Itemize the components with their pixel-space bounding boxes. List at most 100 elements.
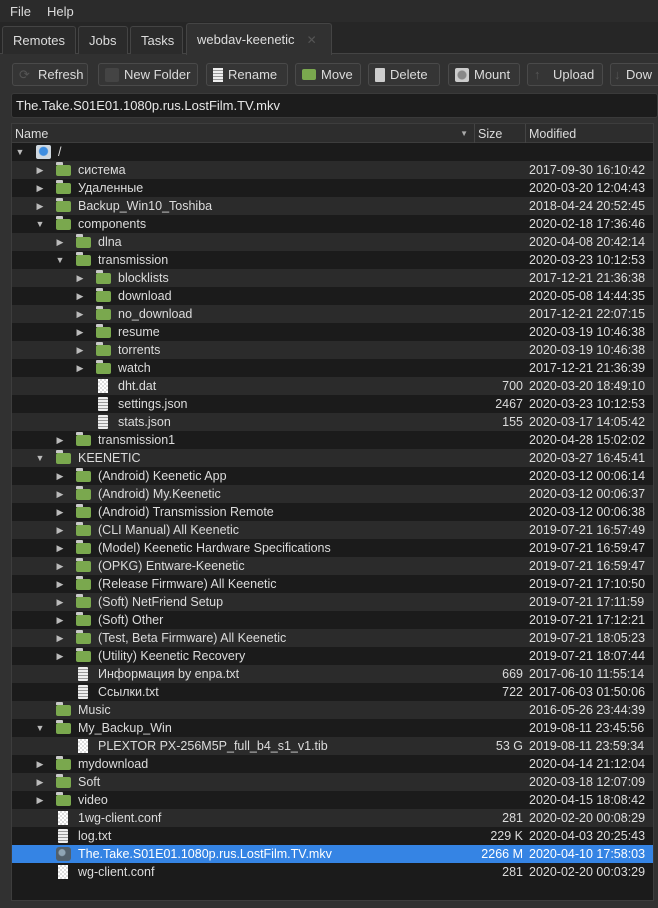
expand-arrow-icon[interactable]: ▶ xyxy=(75,287,85,305)
folder-row[interactable]: ▶ (Android) Transmission Remote 2020-03-12… xyxy=(12,503,653,521)
refresh-button[interactable]: ⟳ Refresh xyxy=(12,63,88,86)
folder-row[interactable]: ▶ (Android) Keenetic App 2020-03-12 00:06:… xyxy=(12,467,653,485)
folder-row[interactable]: ▶ video 2020-04-15 18:08:42 xyxy=(12,791,653,809)
close-tab-icon[interactable]: ✕ xyxy=(307,33,317,47)
menu-help[interactable]: Help xyxy=(47,4,74,19)
expand-arrow-icon[interactable]: ▶ xyxy=(55,233,65,251)
file-row[interactable]: Информация by enpa.txt 669 2017-06-10 11:5… xyxy=(12,665,653,683)
mount-button[interactable]: Mount xyxy=(448,63,520,86)
column-header-modified[interactable]: Modified xyxy=(526,124,653,143)
folder-row[interactable]: ▶ torrents 2020-03-19 10:46:38 xyxy=(12,341,653,359)
expand-arrow-icon[interactable]: ▶ xyxy=(35,791,45,809)
folder-row[interactable]: ▶ no_download 2017-12-21 22:07:15 xyxy=(12,305,653,323)
folder-row[interactable]: ▶ Backup_Win10_Toshiba 2018-04-24 20:52:45 xyxy=(12,197,653,215)
tab-tasks[interactable]: Tasks xyxy=(130,26,183,54)
drive-icon xyxy=(36,145,51,159)
item-modified: 2019-07-21 18:05:23 xyxy=(529,631,646,645)
expand-arrow-icon[interactable]: ▶ xyxy=(35,773,45,791)
collapse-arrow-icon[interactable]: ▼ xyxy=(35,719,45,737)
expand-arrow-icon[interactable]: ▶ xyxy=(75,269,85,287)
item-name: The.Take.S01E01.1080p.rus.LostFilm.TV.mk… xyxy=(78,847,332,861)
path-field[interactable]: The.Take.S01E01.1080p.rus.LostFilm.TV.mk… xyxy=(11,93,658,118)
folder-row[interactable]: ▶ (OPKG) Entware-Keenetic 2019-07-21 16:59… xyxy=(12,557,653,575)
expand-arrow-icon[interactable]: ▶ xyxy=(35,179,45,197)
folder-row[interactable]: ▼ transmission 2020-03-23 10:12:53 xyxy=(12,251,653,269)
collapse-arrow-icon[interactable]: ▼ xyxy=(55,251,65,269)
expand-arrow-icon[interactable]: ▶ xyxy=(55,503,65,521)
expand-arrow-icon[interactable]: ▶ xyxy=(55,539,65,557)
folder-row[interactable]: ▶ transmission1 2020-04-28 15:02:02 xyxy=(12,431,653,449)
folder-row[interactable]: ▶ Soft 2020-03-18 12:07:09 xyxy=(12,773,653,791)
collapse-arrow-icon[interactable]: ▼ xyxy=(35,215,45,233)
file-row[interactable]: log.txt 229 K 2020-04-03 20:25:43 xyxy=(12,827,653,845)
collapse-arrow-icon[interactable]: ▼ xyxy=(15,143,25,161)
expand-arrow-icon[interactable]: ▶ xyxy=(55,593,65,611)
file-row[interactable]: dht.dat 700 2020-03-20 18:49:10 xyxy=(12,377,653,395)
expand-arrow-icon[interactable]: ▶ xyxy=(55,611,65,629)
folder-row[interactable]: ▼ components 2020-02-18 17:36:46 xyxy=(12,215,653,233)
dow-button[interactable]: ↓ Dow xyxy=(610,63,658,86)
folder-row[interactable]: ▶ (Release Firmware) All Keenetic 2019-07-… xyxy=(12,575,653,593)
file-row[interactable]: settings.json 2467 2020-03-23 10:12:53 xyxy=(12,395,653,413)
tab-remotes[interactable]: Remotes xyxy=(2,26,76,54)
file-tree[interactable]: Name ▼ Size Modified ▼ / ▶ система 2017-09-30… xyxy=(11,123,654,901)
expand-arrow-icon[interactable]: ▶ xyxy=(35,197,45,215)
item-modified: 2019-07-21 17:12:21 xyxy=(529,613,646,627)
folder-row[interactable]: ▶ система 2017-09-30 16:10:42 xyxy=(12,161,653,179)
folder-row[interactable]: ▼ / xyxy=(12,143,653,161)
expand-arrow-icon[interactable]: ▶ xyxy=(75,305,85,323)
folder-row[interactable]: ▶ (Utility) Keenetic Recovery 2019-07-21 1… xyxy=(12,647,653,665)
expand-arrow-icon[interactable]: ▶ xyxy=(55,521,65,539)
button-label: Dow xyxy=(626,67,653,82)
folder-row[interactable]: ▶ Удаленные 2020-03-20 12:04:43 xyxy=(12,179,653,197)
delete-button[interactable]: Delete xyxy=(368,63,440,86)
tab-webdav-keenetic[interactable]: webdav-keenetic ✕ xyxy=(186,23,332,55)
column-header-size[interactable]: Size xyxy=(475,124,526,143)
expand-arrow-icon[interactable]: ▶ xyxy=(35,755,45,773)
item-name: no_download xyxy=(118,307,193,321)
move-button[interactable]: Move xyxy=(295,63,361,86)
expand-arrow-icon[interactable]: ▶ xyxy=(75,341,85,359)
tab-jobs[interactable]: Jobs xyxy=(78,26,128,54)
folder-row[interactable]: ▶ download 2020-05-08 14:44:35 xyxy=(12,287,653,305)
file-row[interactable]: The.Take.S01E01.1080p.rus.LostFilm.TV.mk… xyxy=(12,845,653,863)
expand-arrow-icon[interactable]: ▶ xyxy=(55,629,65,647)
folder-row[interactable]: ▶ mydownload 2020-04-14 21:12:04 xyxy=(12,755,653,773)
file-row[interactable]: 1wg-client.conf 281 2020-02-20 00:08:29 xyxy=(12,809,653,827)
folder-row[interactable]: ▶ (Model) Keenetic Hardware Specification… xyxy=(12,539,653,557)
expand-arrow-icon[interactable]: ▶ xyxy=(55,647,65,665)
file-row[interactable]: PLEXTOR PX-256M5P_full_b4_s1_v1.tib 53 G 2… xyxy=(12,737,653,755)
expand-arrow-icon[interactable]: ▶ xyxy=(55,467,65,485)
folder-row[interactable]: Music 2016-05-26 23:44:39 xyxy=(12,701,653,719)
folder-row[interactable]: ▶ blocklists 2017-12-21 21:36:38 xyxy=(12,269,653,287)
folder-row[interactable]: ▼ My_Backup_Win 2019-08-11 23:45:56 xyxy=(12,719,653,737)
expand-arrow-icon[interactable]: ▶ xyxy=(55,431,65,449)
folder-row[interactable]: ▶ (Android) My.Keenetic 2020-03-12 00:06:3… xyxy=(12,485,653,503)
collapse-arrow-icon[interactable]: ▼ xyxy=(35,449,45,467)
folder-row[interactable]: ▶ dlna 2020-04-08 20:42:14 xyxy=(12,233,653,251)
expand-arrow-icon[interactable]: ▶ xyxy=(35,161,45,179)
folder-row[interactable]: ▶ (Soft) Other 2019-07-21 17:12:21 xyxy=(12,611,653,629)
folder-row[interactable]: ▶ watch 2017-12-21 21:36:39 xyxy=(12,359,653,377)
folder-row[interactable]: ▶ (Test, Beta Firmware) All Keenetic 2019-… xyxy=(12,629,653,647)
rename-button[interactable]: Rename xyxy=(206,63,288,86)
file-row[interactable]: wg-client.conf 281 2020-02-20 00:03:29 xyxy=(12,863,653,881)
text-file-icon xyxy=(78,667,88,681)
menu-file[interactable]: File xyxy=(10,4,31,19)
expand-arrow-icon[interactable]: ▶ xyxy=(55,575,65,593)
folder-row[interactable]: ▶ (CLI Manual) All Keenetic 2019-07-21 16:… xyxy=(12,521,653,539)
expand-arrow-icon[interactable]: ▶ xyxy=(75,359,85,377)
item-name: (Soft) Other xyxy=(98,613,164,627)
expand-arrow-icon[interactable]: ▶ xyxy=(55,485,65,503)
folder-row[interactable]: ▶ resume 2020-03-19 10:46:38 xyxy=(12,323,653,341)
expand-arrow-icon[interactable]: ▶ xyxy=(75,323,85,341)
expand-arrow-icon[interactable]: ▶ xyxy=(55,557,65,575)
item-size: 2467 xyxy=(495,397,523,411)
upload-button[interactable]: ↑ Upload xyxy=(527,63,603,86)
folder-row[interactable]: ▶ (Soft) NetFriend Setup 2019-07-21 17:11:… xyxy=(12,593,653,611)
file-row[interactable]: stats.json 155 2020-03-17 14:05:42 xyxy=(12,413,653,431)
column-header-name[interactable]: Name ▼ xyxy=(12,124,475,143)
folder-row[interactable]: ▼ KEENETIC 2020-03-27 16:45:41 xyxy=(12,449,653,467)
new-folder-button[interactable]: New Folder xyxy=(98,63,198,86)
file-row[interactable]: Ссылки.txt 722 2017-06-03 01:50:06 xyxy=(12,683,653,701)
